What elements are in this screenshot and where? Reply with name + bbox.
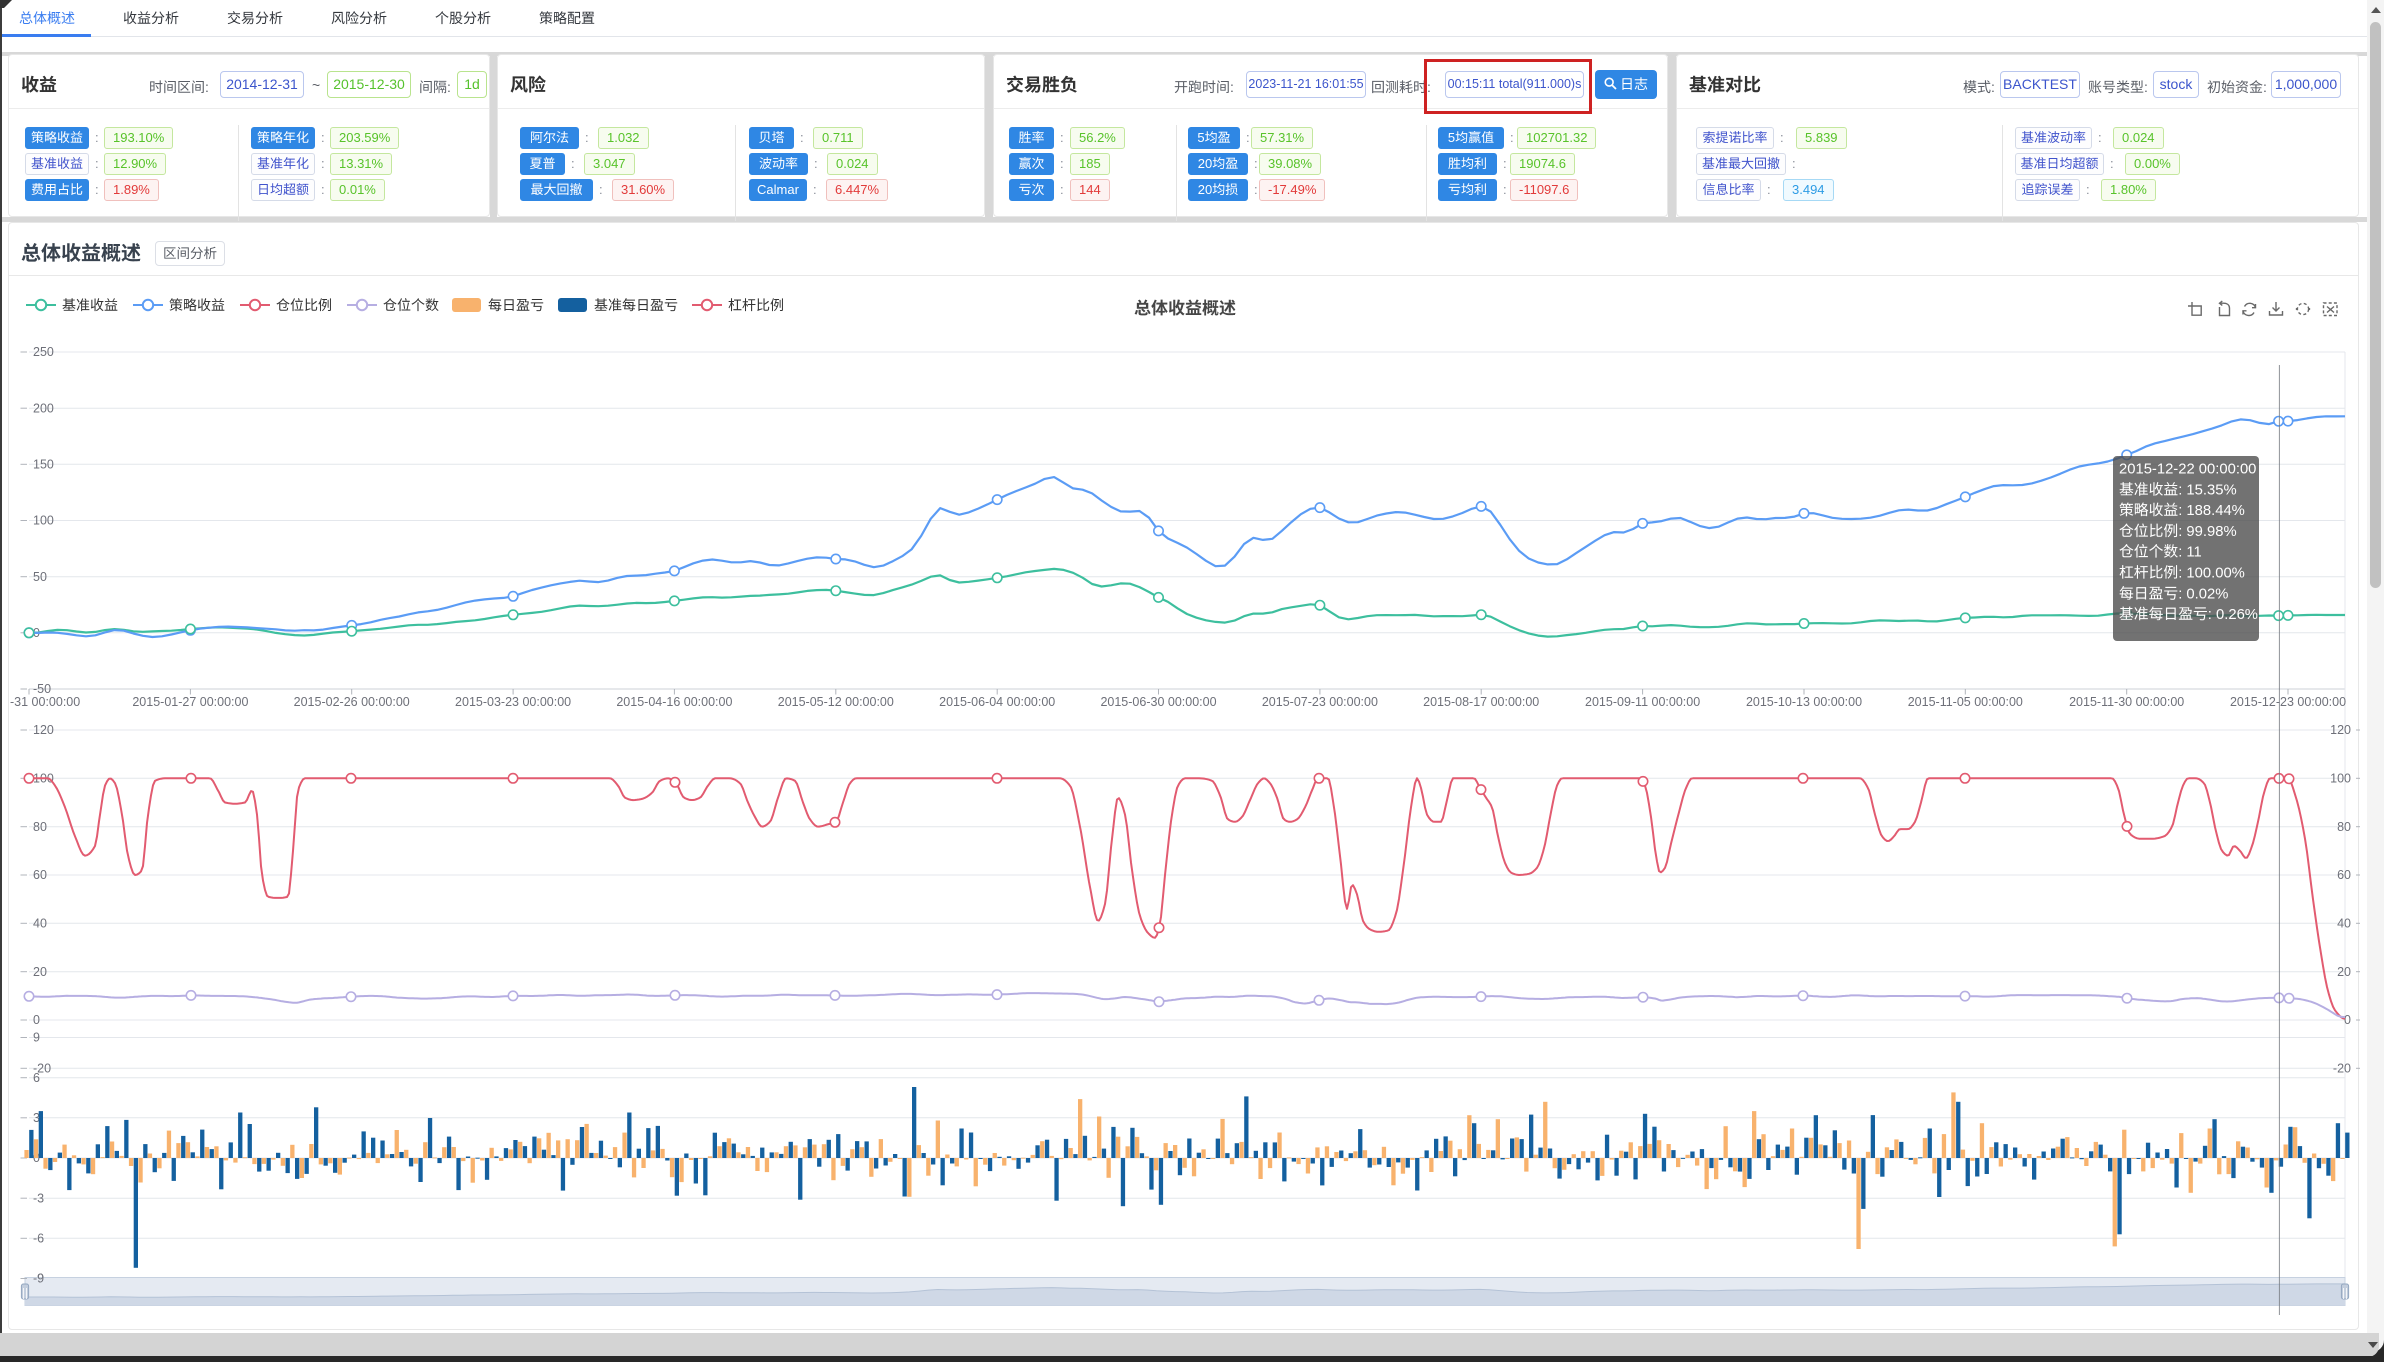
svg-text:60: 60	[33, 868, 47, 882]
svg-text:2015-07-23 00:00:00: 2015-07-23 00:00:00	[1262, 695, 1378, 709]
svg-text:2015-08-17 00:00:00: 2015-08-17 00:00:00	[1423, 695, 1539, 709]
svg-text:40: 40	[33, 917, 47, 931]
svg-text:策略收益: 188.44%: 策略收益: 188.44%	[2119, 502, 2245, 519]
svg-text:仓位个数: 仓位个数	[383, 297, 439, 313]
svg-text:100: 100	[33, 514, 54, 528]
svg-text:2015-02-26 00:00:00: 2015-02-26 00:00:00	[294, 695, 410, 709]
svg-text:-6: -6	[33, 1232, 44, 1246]
svg-text:2015-06-04 00:00:00: 2015-06-04 00:00:00	[939, 695, 1055, 709]
svg-text:250: 250	[33, 345, 54, 359]
svg-text:40: 40	[2337, 917, 2351, 931]
svg-text:每日盈亏: 0.02%: 每日盈亏: 0.02%	[2119, 585, 2228, 602]
svg-text:0: 0	[33, 1013, 40, 1027]
svg-text:仓位比例: 仓位比例	[276, 297, 332, 313]
svg-text:-3: -3	[33, 1191, 44, 1205]
svg-text:策略收益: 策略收益	[169, 297, 225, 313]
svg-text:150: 150	[33, 458, 54, 472]
svg-text:基准每日盈亏: 0.26%: 基准每日盈亏: 0.26%	[2119, 606, 2258, 623]
svg-text:基准收益: 基准收益	[62, 297, 118, 313]
svg-text:9: 9	[33, 1031, 40, 1045]
svg-text:6: 6	[33, 1071, 40, 1085]
svg-text:基准收益: 15.35%: 基准收益: 15.35%	[2119, 481, 2237, 498]
svg-text:仓位比例: 99.98%: 仓位比例: 99.98%	[2119, 523, 2237, 540]
svg-text:2015-10-13 00:00:00: 2015-10-13 00:00:00	[1746, 695, 1862, 709]
svg-text:120: 120	[33, 723, 54, 737]
svg-text:基准每日盈亏: 基准每日盈亏	[594, 297, 678, 313]
svg-text:80: 80	[2337, 820, 2351, 834]
svg-text:杠杆比例: 100.00%: 杠杆比例: 100.00%	[2119, 565, 2245, 582]
svg-text:60: 60	[2337, 868, 2351, 882]
svg-text:2015-11-30 00:00:00: 2015-11-30 00:00:00	[2069, 695, 2184, 709]
svg-text:20: 20	[33, 965, 47, 979]
svg-text:20: 20	[2337, 965, 2351, 979]
svg-text:2015-11-05 00:00:00: 2015-11-05 00:00:00	[1908, 695, 2023, 709]
svg-text:2015-03-23 00:00:00: 2015-03-23 00:00:00	[455, 695, 571, 709]
svg-text:每日盈亏: 每日盈亏	[488, 297, 544, 313]
svg-text:2015-12-22 00:00:00: 2015-12-22 00:00:00	[2119, 462, 2256, 478]
svg-text:总体收益概述: 总体收益概述	[1134, 299, 1236, 318]
svg-text:50: 50	[33, 570, 47, 584]
svg-text:80: 80	[33, 820, 47, 834]
svg-text:2015-01-27 00:00:00: 2015-01-27 00:00:00	[132, 695, 248, 709]
svg-text:-20: -20	[2333, 1062, 2351, 1076]
svg-text:100: 100	[2330, 772, 2351, 786]
svg-text:仓位个数: 11: 仓位个数: 11	[2119, 544, 2202, 561]
svg-text:-9: -9	[33, 1272, 44, 1286]
svg-text:120: 120	[2330, 723, 2351, 737]
svg-text:200: 200	[33, 401, 54, 415]
svg-text:2015-06-30 00:00:00: 2015-06-30 00:00:00	[1100, 695, 1216, 709]
svg-text:杠杆比例: 杠杆比例	[728, 297, 784, 313]
svg-text:0: 0	[2344, 1013, 2351, 1027]
svg-text:2015-04-16 00:00:00: 2015-04-16 00:00:00	[616, 695, 732, 709]
svg-text:2015-09-11 00:00:00: 2015-09-11 00:00:00	[1585, 695, 1700, 709]
svg-text:2015-12-23 00:00:00: 2015-12-23 00:00:00	[2230, 695, 2346, 709]
svg-text:2015-05-12 00:00:00: 2015-05-12 00:00:00	[778, 695, 894, 709]
svg-text:-31 00:00:00: -31 00:00:00	[10, 695, 80, 709]
